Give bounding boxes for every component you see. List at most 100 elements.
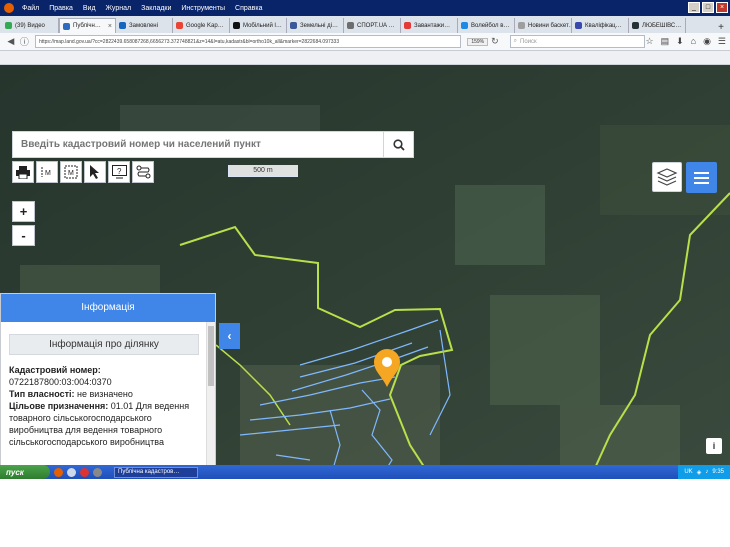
browser-tab[interactable]: СПОРТ.UA …	[344, 18, 401, 33]
tab-label: Земельні ді…	[300, 22, 338, 29]
measure-area-icon: M	[64, 165, 78, 179]
tab-favicon-icon	[119, 22, 126, 29]
zoom-in-button[interactable]: +	[12, 201, 35, 222]
purpose-row: Цільове призначення: 01.01 Для ведення т…	[9, 400, 199, 448]
tab-label: Завантажи…	[414, 22, 451, 29]
lock-icon: ⓘ	[19, 37, 29, 47]
cadastral-search-input[interactable]	[13, 132, 383, 157]
browser-tab[interactable]: Публічн… ×	[59, 18, 116, 33]
menu-history[interactable]: Журнал	[101, 5, 137, 12]
tab-favicon-icon	[63, 22, 70, 30]
download-icon[interactable]: ⬇	[676, 36, 684, 47]
browser-tab[interactable]: Мобільний l…	[230, 18, 287, 33]
browser-tab[interactable]: Новини баскет…	[515, 18, 572, 33]
search-button[interactable]	[383, 132, 413, 157]
layers-button[interactable]	[652, 162, 682, 192]
clock: 9:35	[712, 469, 724, 475]
start-button[interactable]: пуск	[0, 465, 50, 479]
zoom-level[interactable]: 159%	[467, 37, 489, 46]
close-window-button[interactable]: ×	[716, 2, 728, 13]
browser-search-input[interactable]: ⌕ Поиск	[509, 35, 646, 48]
tab-label: (39) Видео	[15, 22, 45, 29]
close-tab-icon[interactable]: ×	[108, 23, 112, 30]
tab-label: Кваліфікац…	[585, 22, 622, 29]
menu-line-icon	[694, 171, 709, 174]
tab-label: Волейбол в…	[471, 22, 510, 29]
browser-search-placeholder: Поиск	[520, 38, 537, 45]
tray-icon[interactable]: ◈	[697, 469, 702, 476]
ownership-label: Тип власності:	[9, 389, 75, 399]
opera-quicklaunch-icon[interactable]	[80, 467, 89, 477]
svg-text:M: M	[68, 170, 74, 177]
collapse-panel-button[interactable]: ‹	[219, 323, 240, 349]
menu-edit[interactable]: Правка	[44, 5, 78, 12]
menu-help[interactable]: Справка	[230, 5, 267, 12]
start-label: пуск	[6, 467, 24, 477]
parcel-info-title[interactable]: Інформація про ділянку	[9, 334, 199, 355]
bookmark-star-icon[interactable]: ☆	[645, 36, 653, 47]
scrollbar-thumb[interactable]	[208, 326, 214, 386]
volume-icon[interactable]: ♪	[705, 469, 708, 475]
firefox-quicklaunch-icon[interactable]	[54, 467, 63, 477]
address-bar[interactable]: https://map.land.gov.ua/?cc=2822439.6580…	[35, 35, 462, 48]
maximize-button[interactable]: □	[702, 2, 714, 13]
tab-favicon-icon	[233, 22, 240, 29]
taskbar-item-browser[interactable]: Публічна кадастров…	[114, 466, 198, 478]
tab-favicon-icon	[575, 22, 582, 29]
browser-tab[interactable]: Завантажи…	[401, 18, 458, 33]
measure-distance-icon: M	[41, 167, 51, 177]
window-controls: _ □ ×	[688, 2, 728, 13]
quicklaunch-icon[interactable]	[67, 467, 76, 477]
tab-label: Публічн…	[73, 23, 101, 29]
tab-favicon-icon	[176, 22, 183, 29]
browser-tab[interactable]: Кваліфікац…	[572, 18, 629, 33]
info-button[interactable]: i	[706, 438, 722, 454]
language-indicator[interactable]: UK	[684, 469, 692, 475]
reload-icon[interactable]: ↻	[488, 36, 502, 47]
browser-tab[interactable]: (39) Видео	[2, 18, 59, 33]
zoom-out-button[interactable]: -	[12, 225, 35, 246]
tab-favicon-icon	[404, 22, 411, 29]
help-icon: ?	[111, 165, 127, 179]
pointer-button[interactable]	[84, 161, 106, 183]
tab-label: Google Kap…	[186, 22, 224, 29]
main-menu-button[interactable]	[686, 162, 717, 193]
menu-tools[interactable]: Инструменты	[176, 5, 230, 12]
tab-favicon-icon	[290, 22, 297, 29]
browser-tab[interactable]: Волейбол в…	[458, 18, 515, 33]
browser-menubar: Файл Правка Вид Журнал Закладки Инструме…	[0, 0, 730, 16]
pocket-icon[interactable]: ◉	[703, 36, 711, 47]
browser-tab[interactable]: Земельні ді…	[287, 18, 344, 33]
hamburger-menu-icon[interactable]: ☰	[718, 36, 726, 47]
svg-text:?: ?	[117, 167, 122, 176]
tab-strip: (39) Видео Публічн… × Замовлені Google Kap… М…	[0, 16, 730, 33]
home-icon[interactable]: ⌂	[691, 36, 696, 47]
new-tab-button[interactable]: +	[712, 22, 730, 33]
menu-bookmarks[interactable]: Закладки	[136, 5, 176, 12]
layers-icon	[656, 168, 678, 186]
ownership-row: Тип власності: не визначено	[9, 388, 199, 400]
quicklaunch-icon[interactable]	[93, 467, 102, 477]
menu-view[interactable]: Вид	[78, 5, 101, 12]
route-button[interactable]	[132, 161, 154, 183]
back-icon[interactable]: ◀	[4, 36, 18, 47]
menu-file[interactable]: Файл	[17, 5, 44, 12]
browser-tab[interactable]: Google Kap…	[173, 18, 230, 33]
ownership-value: не визначено	[77, 389, 133, 399]
measure-area-button[interactable]: M	[60, 161, 82, 183]
reading-list-icon[interactable]: ▤	[661, 36, 670, 47]
print-button[interactable]	[12, 161, 34, 183]
tab-label: СПОРТ.UA …	[357, 22, 395, 29]
measure-distance-button[interactable]: M	[36, 161, 58, 183]
minimize-button[interactable]: _	[688, 2, 700, 13]
info-scrollbar[interactable]	[206, 322, 215, 478]
map-viewport[interactable]: M M ? 500 m + - i Інформація Інформ	[0, 65, 730, 479]
help-button[interactable]: ?	[108, 161, 130, 183]
info-panel-header: Інформація	[1, 294, 215, 322]
browser-tab[interactable]: ЛЮБЕШІВС…	[629, 18, 686, 33]
tab-favicon-icon	[461, 22, 468, 29]
browser-tab[interactable]: Замовлені	[116, 18, 173, 33]
tab-label: Новини баскет…	[528, 22, 572, 29]
chevron-left-icon: ‹	[227, 329, 232, 343]
route-icon	[136, 165, 150, 179]
